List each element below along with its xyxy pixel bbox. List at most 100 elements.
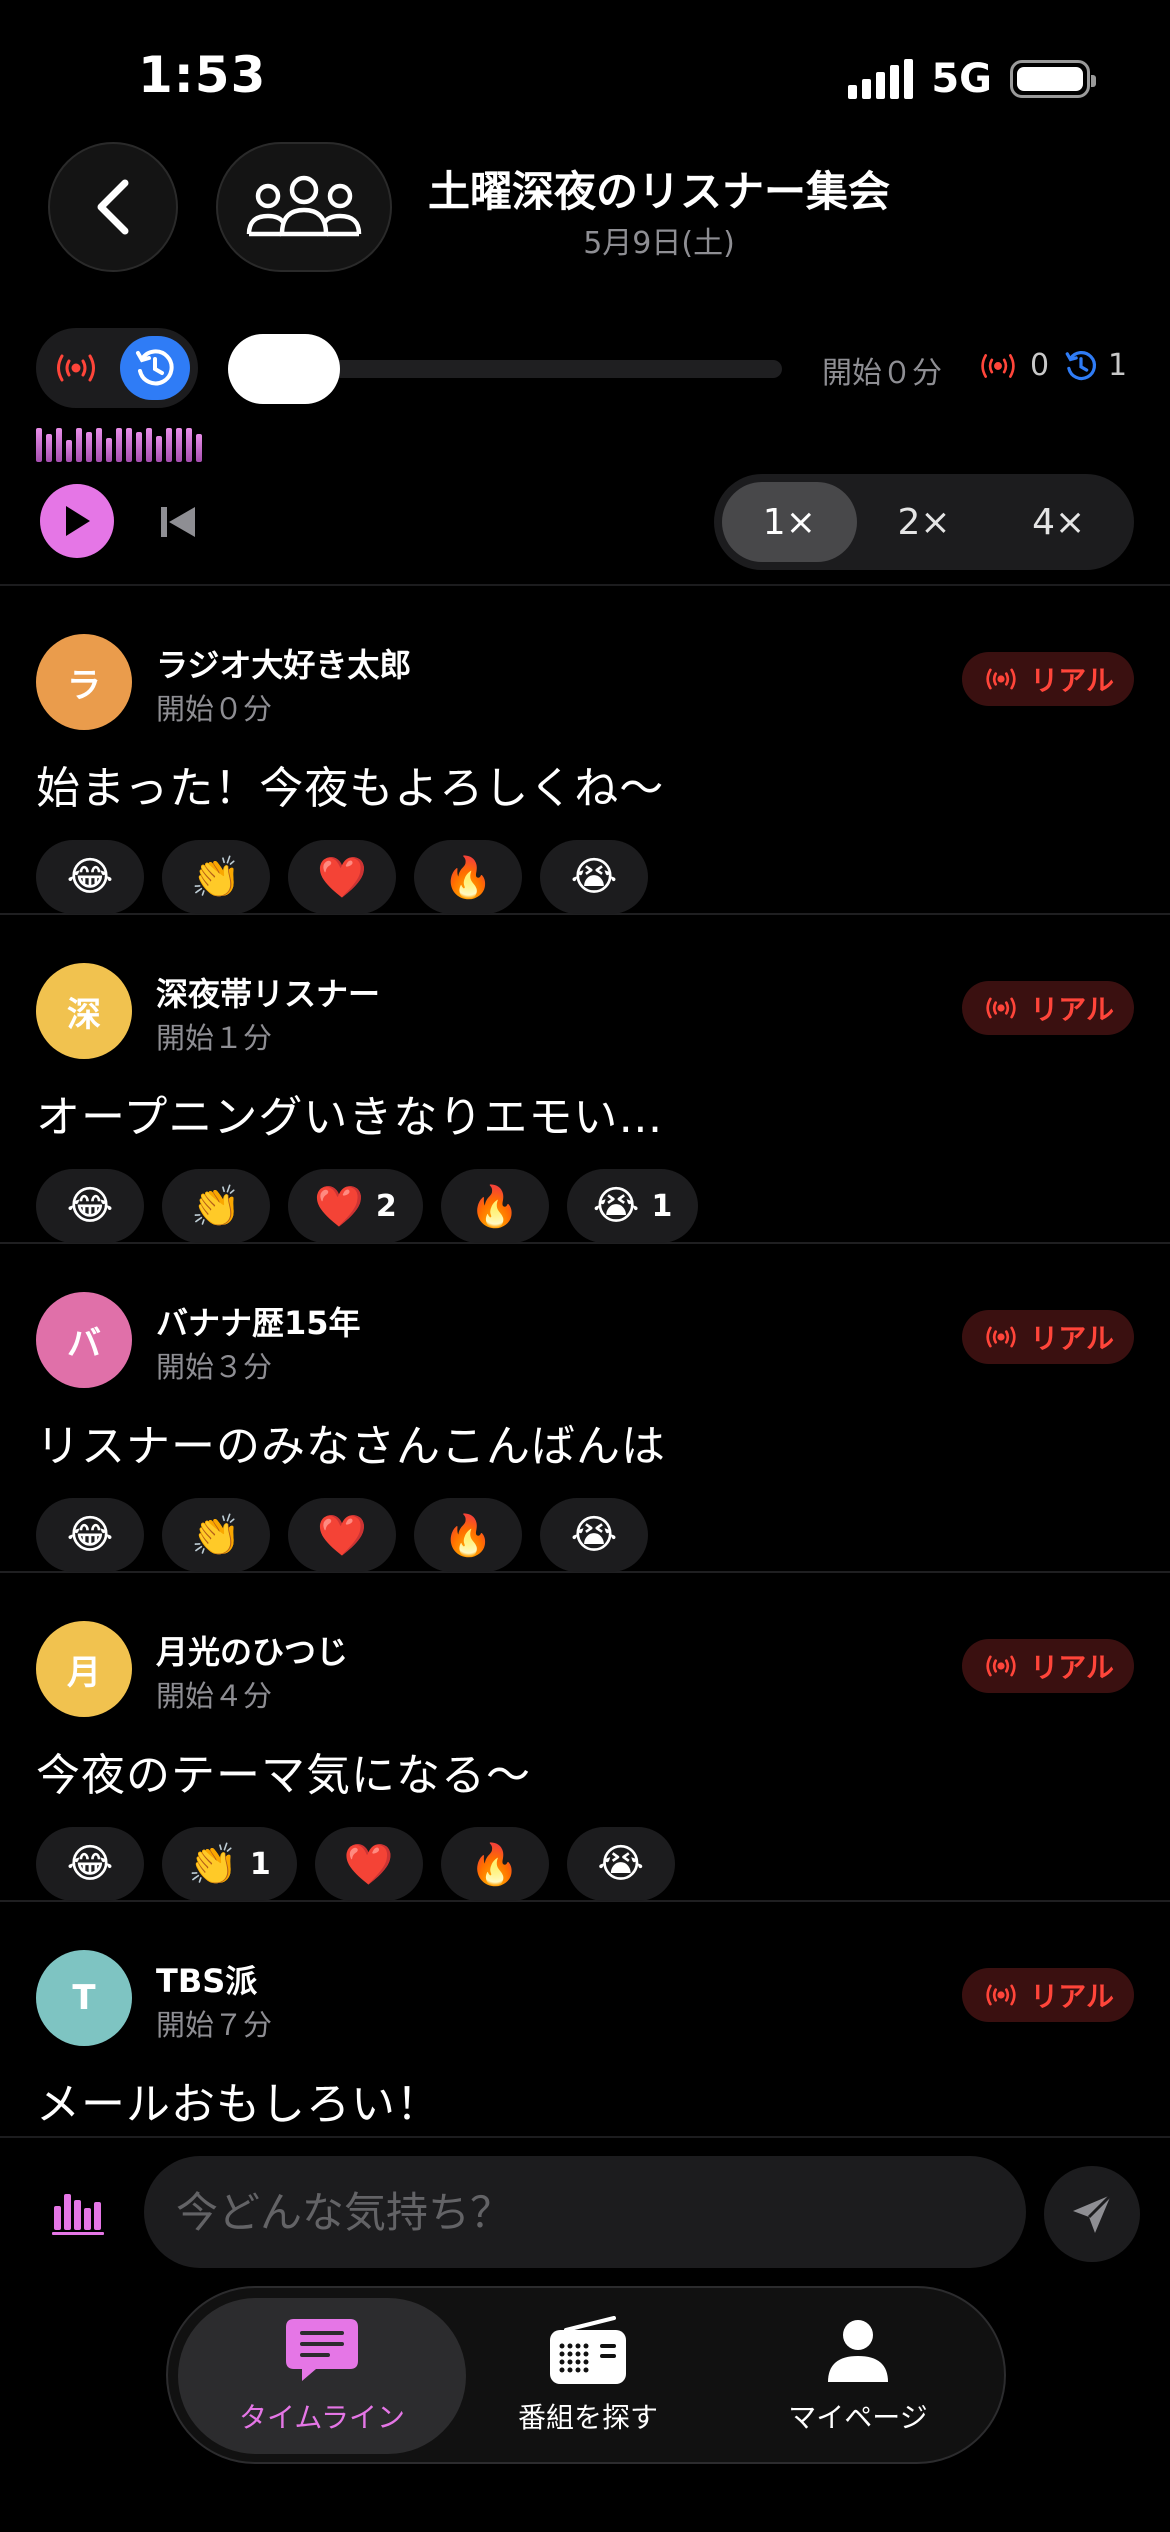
mode-toggle[interactable] [36,328,198,408]
avatar[interactable]: 月 [36,1621,132,1717]
reaction-button[interactable]: 😭 [566,1827,675,1901]
post-text: 始まった！今夜もよろしくね〜 [36,763,665,814]
post-text: メールおもしろい！ [36,2079,441,2130]
equalizer-icon[interactable] [48,2182,108,2242]
speed-4x-button[interactable]: 4× [991,482,1126,562]
avatar[interactable]: バ [36,1292,132,1388]
waveform-bar [46,434,52,462]
play-button[interactable] [40,484,114,558]
waveform-bar [116,428,122,462]
battery-icon [1010,60,1096,98]
radio-icon [548,2316,628,2386]
waveform-bar [136,432,142,462]
real-badge: リアル [962,981,1134,1035]
reaction-emoji: 😭 [592,1183,640,1229]
avatar[interactable]: 深 [36,963,132,1059]
network-label: 5G [931,56,992,102]
tab-explore-label: 番組を探す [517,2401,658,2434]
waveform-bar [196,434,202,462]
real-badge: リアル [962,1968,1134,2022]
reaction-button[interactable]: ❤️ [314,1827,423,1901]
reaction-row: 😂 👏 ❤️ 🔥 😭 [36,840,648,914]
message-input[interactable] [144,2156,1026,2268]
reaction-emoji: 😂 [66,1183,114,1229]
reaction-button[interactable]: 😂 [36,1827,144,1901]
live-count: 0 [976,348,1049,383]
reaction-emoji: 😂 [66,854,114,900]
progress-knob[interactable] [228,334,340,404]
history-clock-icon [1065,350,1097,380]
reaction-button[interactable]: 🔥 [414,840,522,914]
reaction-emoji: ❤️ [317,1512,367,1559]
real-badge-label: リアル [1030,1651,1114,1684]
post-item[interactable]: ララジオ大好き太郎 開始０分 リアル 始まった！今夜もよろしくね〜 😂 👏 ❤️ 🔥 😭 [0,586,1170,915]
reaction-emoji: 👏 [188,1841,238,1888]
replay-count: 1 [1064,348,1127,383]
status-icons: 5G [848,56,1096,102]
reaction-button[interactable]: 😭 [540,1498,648,1572]
reaction-count: 1 [249,1846,271,1882]
reaction-emoji: 😭 [570,854,618,900]
avatar[interactable]: T [36,1950,132,2046]
reaction-button[interactable]: 😂 [36,840,144,914]
broadcast-icon [986,997,1016,1019]
speed-1x-button[interactable]: 1× [722,482,857,562]
reaction-button[interactable]: 👏 [162,840,270,914]
back-button[interactable] [48,142,178,272]
live-count-value: 0 [1030,348,1050,383]
reaction-emoji: 👏 [191,1183,241,1230]
post-author[interactable]: TBS派 [156,1956,257,2002]
broadcast-icon [981,353,1015,378]
post-author[interactable]: ラジオ大好き太郎 [156,640,411,686]
real-badge: リアル [962,652,1134,706]
reaction-button[interactable]: 👏 [162,1169,270,1243]
real-badge-label: リアル [1030,1322,1114,1355]
reaction-emoji: 😂 [66,1512,114,1558]
waveform-bar [186,428,192,462]
reaction-row: 😂 👏 ❤️ 2 🔥 😭 1 [36,1169,699,1243]
tab-explore[interactable]: 番組を探す [468,2298,708,2454]
progress-label: 開始０分 [822,356,942,391]
replay-mode-button[interactable] [120,336,190,400]
reaction-button[interactable]: 👏 1 [162,1827,297,1901]
reaction-emoji: ❤️ [317,854,367,901]
timeline-feed[interactable]: ララジオ大好き太郎 開始０分 リアル 始まった！今夜もよろしくね〜 😂 👏 ❤️ 🔥 😭 深深夜帯… [0,586,1170,2134]
reaction-button[interactable]: 😂 [36,1169,144,1243]
waveform-bar [176,428,182,462]
broadcast-icon [986,1655,1016,1677]
reaction-button[interactable]: 😂 [36,1498,144,1572]
post-text: オープニングいきなりエモい… [36,1092,664,1143]
post-author[interactable]: バナナ歴15年 [156,1298,361,1344]
speed-2x-button[interactable]: 2× [857,482,992,562]
post-author[interactable]: 月光のひつじ [156,1627,348,1673]
reaction-button[interactable]: 😭 [540,840,648,914]
reaction-button[interactable]: 👏 [162,1498,270,1572]
broadcast-icon [986,1984,1016,2006]
participants-button[interactable] [216,142,392,272]
send-button[interactable] [1044,2166,1140,2262]
post-item[interactable]: T TBS派 開始７分 リアル メールおもしろい！ [0,1902,1170,2134]
real-badge: リアル [962,1310,1134,1364]
reaction-button[interactable]: 🔥 [414,1498,522,1572]
real-badge-label: リアル [1030,1980,1114,2013]
reaction-button[interactable]: ❤️ 2 [288,1169,423,1243]
waveform-bar [86,432,92,462]
avatar[interactable]: ラ [36,634,132,730]
skip-back-button[interactable] [156,502,200,542]
reaction-emoji: ❤️ [343,1841,394,1888]
tab-mypage[interactable]: マイページ [728,2298,988,2454]
status-bar: 1:53 5G [0,0,1170,150]
post-author[interactable]: 深夜帯リスナー [156,969,380,1015]
live-mode-button[interactable] [46,338,106,398]
reaction-button[interactable]: 🔥 [440,1827,549,1901]
reaction-emoji: 🔥 [443,854,493,901]
reaction-button[interactable]: 😭 1 [566,1169,699,1243]
post-item[interactable]: 深深夜帯リスナー 開始１分 リアル オープニングいきなりエモい… 😂 👏 ❤️ 2 🔥 😭 1 [0,915,1170,1244]
reaction-button[interactable]: 🔥 [440,1169,549,1243]
reaction-button[interactable]: ❤️ [288,1498,396,1572]
tab-timeline[interactable]: タイムライン [178,2298,466,2454]
reaction-button[interactable]: ❤️ [288,840,396,914]
post-item[interactable]: ババナナ歴15年 開始３分 リアル リスナーのみなさんこんばんは 😂 👏 ❤️ 🔥 😭 [0,1244,1170,1573]
post-item[interactable]: 月月光のひつじ 開始４分 リアル 今夜のテーマ気になる〜 😂 👏 1 ❤️ 🔥 😭 [0,1573,1170,1902]
reaction-emoji: 👏 [191,854,241,901]
